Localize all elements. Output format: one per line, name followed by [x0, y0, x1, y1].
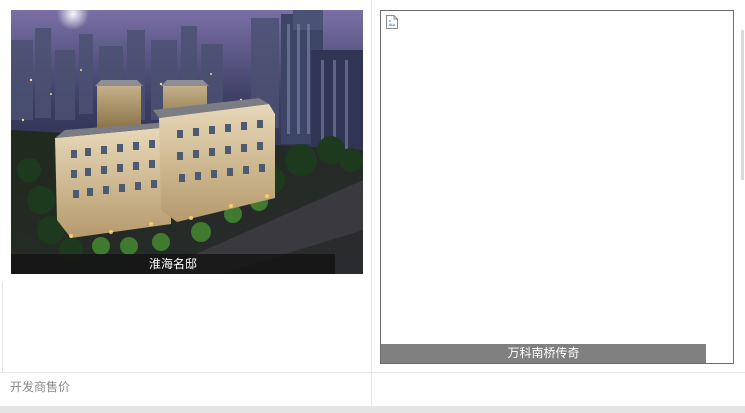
developer-price-label: 开发商售价 — [10, 380, 71, 394]
listing-photo — [11, 10, 363, 274]
left-cell-border — [2, 282, 3, 372]
listing-caption[interactable]: 万科南桥传奇 — [381, 344, 706, 363]
row-divider — [0, 372, 745, 373]
page: 淮海名邸 万科南桥传奇 开发商售价 — [0, 0, 745, 413]
broken-image-icon — [386, 15, 398, 29]
horizontal-scrollbar-track[interactable] — [0, 406, 745, 413]
scrollbar[interactable] — [741, 30, 744, 180]
listing-caption[interactable]: 淮海名邸 — [11, 254, 335, 274]
column-divider — [371, 0, 372, 406]
listing-card-wanke[interactable]: 万科南桥传奇 — [380, 10, 734, 364]
listing-card-huaihai[interactable]: 淮海名邸 — [11, 10, 363, 274]
